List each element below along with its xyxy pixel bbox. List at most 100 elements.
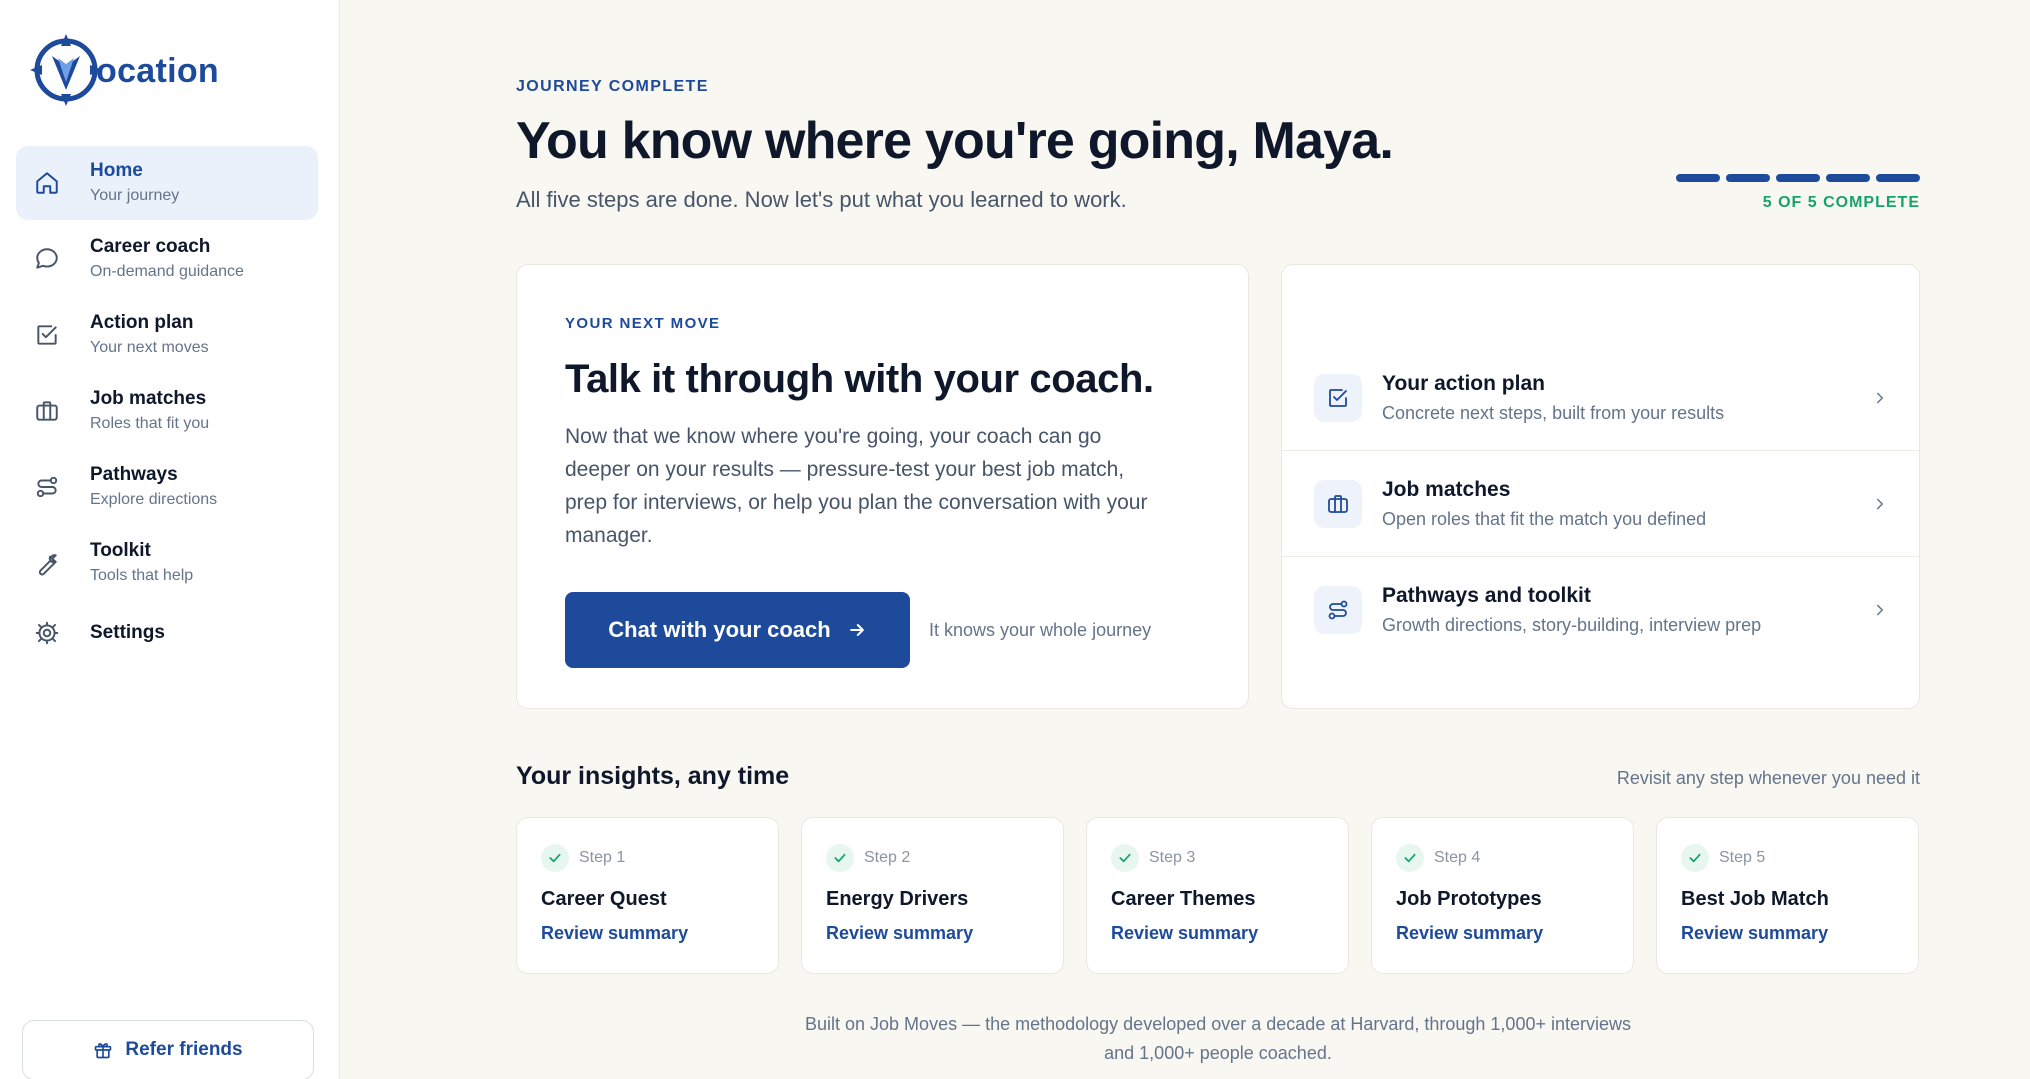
progress-segment bbox=[1726, 174, 1770, 182]
review-summary-link[interactable]: Review summary bbox=[1111, 923, 1324, 944]
chevron-right-icon bbox=[1871, 495, 1889, 513]
link-subtitle: Concrete next steps, built from your res… bbox=[1382, 402, 1725, 423]
gear-icon bbox=[32, 618, 62, 648]
sidebar-item-home[interactable]: Home Your journey bbox=[16, 146, 318, 220]
chat-bubble-icon bbox=[32, 244, 62, 274]
coach-note: It knows your whole journey bbox=[929, 619, 1152, 640]
link-title: Pathways and toolkit bbox=[1382, 584, 1591, 607]
checkbox-icon bbox=[32, 320, 62, 350]
step-number: Step 2 bbox=[864, 849, 911, 866]
chat-with-coach-label: Chat with your coach bbox=[608, 617, 831, 642]
link-action-plan[interactable]: Your action plan Concrete next steps, bu… bbox=[1282, 345, 1919, 451]
step-number: Step 3 bbox=[1149, 849, 1196, 866]
checkbox-icon bbox=[1314, 373, 1362, 422]
sidebar-item-label: Toolkit bbox=[90, 540, 151, 561]
hero-eyebrow: JOURNEY COMPLETE bbox=[516, 78, 709, 95]
step-card-best-job-match: Step 5 Best Job Match Review summary bbox=[1656, 817, 1919, 974]
route-icon bbox=[1314, 586, 1362, 634]
review-summary-link[interactable]: Review summary bbox=[826, 923, 1039, 944]
sidebar-item-label: Pathways bbox=[90, 464, 178, 485]
step-card-energy-drivers: Step 2 Energy Drivers Review summary bbox=[801, 817, 1064, 974]
sidebar-item-sublabel: Your journey bbox=[90, 187, 180, 204]
methodology-note-line1: Built on Job Moves — the methodology dev… bbox=[805, 1014, 1631, 1034]
check-icon bbox=[1681, 844, 1709, 872]
progress-segment bbox=[1676, 174, 1720, 182]
sidebar-item-toolkit[interactable]: Toolkit Tools that help bbox=[16, 526, 318, 600]
progress-segments bbox=[1676, 174, 1920, 182]
vocation-logo[interactable]: ocation bbox=[28, 30, 219, 110]
methodology-note: Built on Job Moves — the methodology dev… bbox=[516, 1010, 1920, 1068]
refer-friends-label: Refer friends bbox=[125, 1039, 243, 1060]
sidebar-nav: Home Your journey Career coach On-demand… bbox=[16, 146, 318, 666]
link-subtitle: Growth directions, story-building, inter… bbox=[1382, 615, 1762, 635]
refer-friends-button[interactable]: Refer friends bbox=[22, 1020, 314, 1079]
check-icon bbox=[1396, 844, 1424, 872]
chevron-right-icon bbox=[1871, 389, 1889, 407]
sidebar-item-label: Home bbox=[90, 160, 143, 181]
gift-icon bbox=[93, 1040, 113, 1060]
briefcase-icon bbox=[32, 396, 62, 426]
step-card-career-quest: Step 1 Career Quest Review summary bbox=[516, 817, 779, 974]
step-card-career-themes: Step 3 Career Themes Review summary bbox=[1086, 817, 1349, 974]
sidebar-item-sublabel: On-demand guidance bbox=[90, 263, 244, 280]
insights-title: Your insights, any time bbox=[516, 762, 790, 790]
step-number: Step 4 bbox=[1434, 849, 1481, 866]
main-content: JOURNEY COMPLETE You know where you're g… bbox=[516, 0, 1920, 1079]
check-icon bbox=[541, 844, 569, 872]
link-title: Your action plan bbox=[1382, 371, 1545, 395]
step-name: Career Themes bbox=[1111, 888, 1256, 910]
sidebar-item-job-matches[interactable]: Job matches Roles that fit you bbox=[16, 374, 318, 448]
step-card-job-prototypes: Step 4 Job Prototypes Review summary bbox=[1371, 817, 1634, 974]
progress-segment bbox=[1876, 174, 1920, 182]
insights-note: Revisit any step whenever you need it bbox=[1616, 768, 1920, 788]
chevron-right-icon bbox=[1871, 601, 1889, 619]
progress-segment bbox=[1776, 174, 1820, 182]
home-icon bbox=[32, 168, 62, 198]
link-pathways-toolkit[interactable]: Pathways and toolkit Growth directions, … bbox=[1282, 557, 1919, 663]
progress-label: 5 OF 5 COMPLETE bbox=[1762, 194, 1920, 211]
link-subtitle: Open roles that fit the match you define… bbox=[1382, 508, 1707, 529]
review-summary-link[interactable]: Review summary bbox=[541, 923, 754, 944]
sidebar-item-career-coach[interactable]: Career coach On-demand guidance bbox=[16, 222, 318, 296]
next-move-title: Talk it through with your coach. bbox=[565, 357, 1154, 401]
check-icon bbox=[826, 844, 854, 872]
step-name: Energy Drivers bbox=[826, 888, 969, 910]
link-job-matches[interactable]: Job matches Open roles that fit the matc… bbox=[1282, 451, 1919, 557]
route-icon bbox=[32, 472, 62, 502]
review-summary-link[interactable]: Review summary bbox=[1396, 923, 1609, 944]
chat-with-coach-button[interactable]: Chat with your coach bbox=[565, 592, 910, 668]
journey-progress: 5 OF 5 COMPLETE bbox=[1676, 174, 1920, 212]
sidebar-item-sublabel: Your next moves bbox=[90, 339, 209, 356]
sidebar-item-action-plan[interactable]: Action plan Your next moves bbox=[16, 298, 318, 372]
sidebar: ocation Home Your journey Career coach O… bbox=[0, 0, 340, 1079]
compass-logo-icon bbox=[30, 34, 102, 106]
sidebar-item-settings[interactable]: Settings bbox=[16, 602, 318, 664]
check-icon bbox=[1111, 844, 1139, 872]
link-title: Job matches bbox=[1382, 477, 1511, 501]
quick-links-card: Your action plan Concrete next steps, bu… bbox=[1281, 264, 1920, 709]
logo-wordmark: ocation bbox=[96, 51, 219, 90]
wrench-icon bbox=[32, 548, 62, 578]
step-name: Best Job Match bbox=[1681, 888, 1829, 910]
step-number: Step 1 bbox=[579, 849, 626, 866]
step-name: Job Prototypes bbox=[1396, 888, 1542, 910]
step-cards: Step 1 Career Quest Review summary Step … bbox=[516, 817, 1920, 974]
sidebar-item-label: Settings bbox=[90, 622, 165, 643]
step-number: Step 5 bbox=[1719, 849, 1766, 866]
arrow-right-icon bbox=[847, 620, 867, 640]
sidebar-item-sublabel: Roles that fit you bbox=[90, 415, 210, 432]
page-subtitle: All five steps are done. Now let's put w… bbox=[516, 187, 1127, 212]
sidebar-item-label: Job matches bbox=[90, 388, 207, 409]
sidebar-item-pathways[interactable]: Pathways Explore directions bbox=[16, 450, 318, 524]
sidebar-item-sublabel: Explore directions bbox=[90, 491, 218, 508]
sidebar-item-label: Action plan bbox=[90, 312, 194, 333]
next-move-eyebrow: YOUR NEXT MOVE bbox=[565, 315, 721, 332]
next-move-card: YOUR NEXT MOVE Talk it through with your… bbox=[516, 264, 1249, 709]
step-name: Career Quest bbox=[541, 888, 667, 910]
next-move-body: Now that we know where you're going, you… bbox=[565, 425, 1148, 547]
page-title: You know where you're going, Maya. bbox=[516, 112, 1394, 170]
review-summary-link[interactable]: Review summary bbox=[1681, 923, 1894, 944]
briefcase-icon bbox=[1314, 479, 1362, 528]
methodology-note-line2: and 1,000+ people coached. bbox=[1104, 1043, 1332, 1063]
sidebar-item-label: Career coach bbox=[90, 236, 211, 257]
